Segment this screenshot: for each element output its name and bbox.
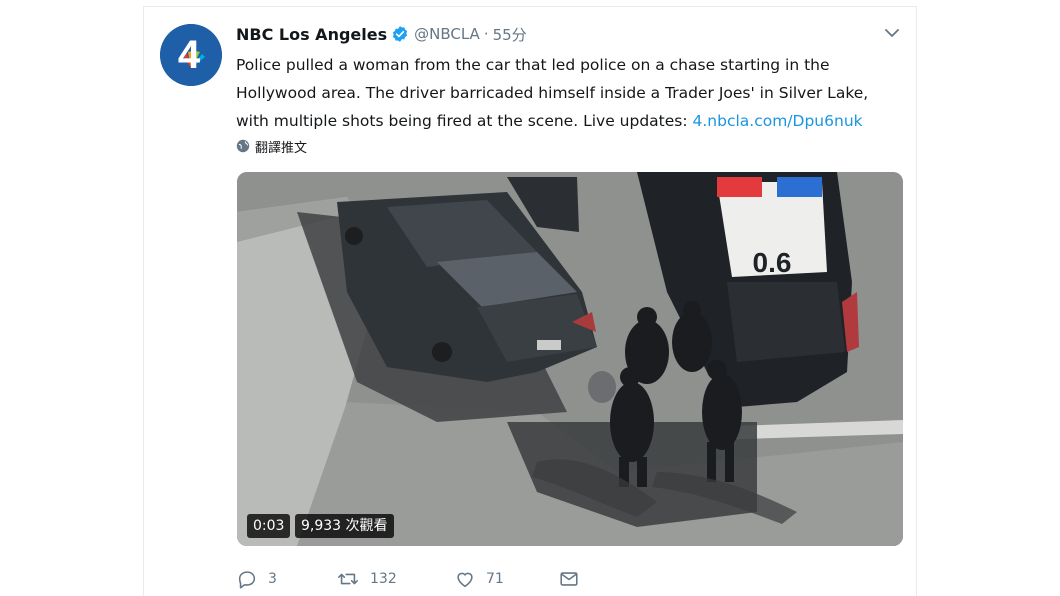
verified-icon (391, 25, 409, 43)
tweet-header: NBC Los Angeles @NBCLA · 55分 (236, 21, 527, 47)
retweet-count: 132 (370, 571, 397, 587)
caret-down-icon[interactable] (882, 23, 902, 43)
tweet-card[interactable]: 4 NBC Los Angeles @NBCLA · 55分 Police pu… (143, 6, 917, 596)
avatar[interactable]: 4 (160, 24, 222, 86)
message-icon (560, 572, 578, 586)
direct-message-button[interactable] (558, 568, 590, 590)
reply-button[interactable]: 3 (236, 568, 336, 590)
translate-tweet-button[interactable]: 翻譯推文 (236, 136, 307, 156)
tweet-link[interactable]: 4.nbcla.com/Dpu6nuk (693, 112, 863, 130)
tweet-text: Police pulled a woman from the car that … (236, 51, 896, 135)
author-handle[interactable]: @NBCLA (414, 25, 480, 43)
author-name[interactable]: NBC Los Angeles (236, 25, 387, 44)
translate-label: 翻譯推文 (255, 140, 308, 156)
retweet-icon (338, 573, 358, 585)
video-frame: 0.6 (237, 172, 903, 546)
like-count: 71 (486, 571, 504, 587)
retweet-button[interactable]: 132 (336, 568, 454, 590)
police-car-number: 0.6 (753, 247, 792, 278)
reply-count: 3 (268, 571, 277, 587)
video-player[interactable]: 0.6 0:03 9,933 次觀看 (237, 172, 903, 546)
like-icon (457, 572, 473, 588)
like-button[interactable]: 71 (454, 568, 558, 590)
globe-icon (236, 139, 250, 153)
separator-dot: · (483, 25, 489, 43)
tweet-timestamp[interactable]: 55分 (493, 24, 527, 45)
tweet-actions: 3 132 71 (236, 567, 590, 591)
video-views-badge: 9,933 次觀看 (295, 514, 394, 538)
reply-icon (238, 571, 256, 589)
avatar-logo-text: 4 (178, 33, 201, 77)
video-time-badge: 0:03 (247, 514, 291, 538)
